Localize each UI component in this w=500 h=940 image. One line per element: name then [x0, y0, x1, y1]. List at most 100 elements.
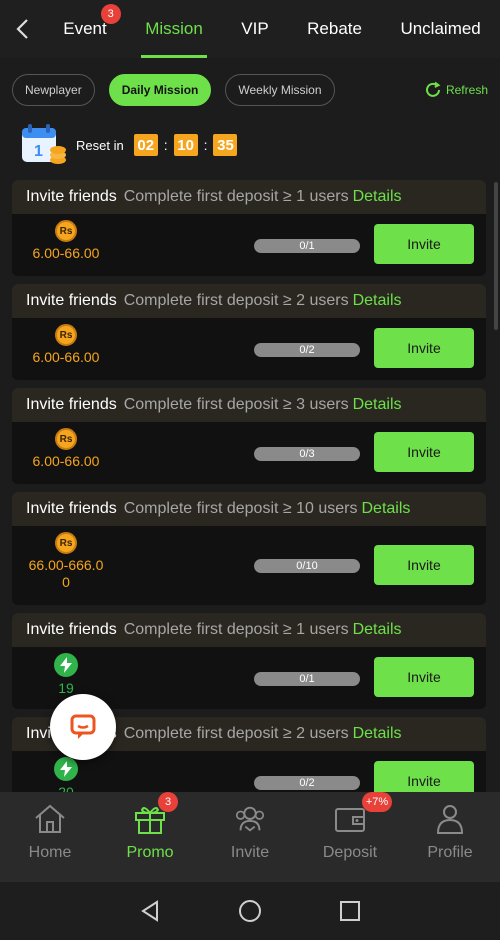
back-triangle-icon[interactable]: [138, 899, 162, 923]
rs-coin-icon: Rs: [55, 532, 77, 554]
timer-minutes: 10: [173, 134, 198, 156]
nav-label: Home: [28, 844, 72, 861]
reward-amount: 20: [58, 784, 74, 792]
tab-mission[interactable]: Mission: [141, 0, 207, 58]
task-reward: Rs 66.00-666.0 0: [22, 532, 110, 591]
reward-amount: 66.00-666.0: [28, 557, 104, 573]
home-circle-icon[interactable]: [238, 899, 262, 923]
nav-label: Promo: [126, 844, 174, 861]
filter-daily-mission[interactable]: Daily Mission: [108, 74, 212, 106]
invite-button[interactable]: Invite: [374, 761, 474, 792]
promo-badge: 3: [158, 792, 178, 812]
task-title: Invite friends: [26, 500, 117, 517]
bottom-nav: Home 3 Promo Invite +7% Deposit Profile: [0, 792, 500, 882]
task-card: Invite friends Complete first deposit ≥ …: [12, 388, 486, 484]
nav-invite[interactable]: Invite: [200, 792, 300, 882]
event-badge: 3: [100, 4, 121, 24]
chat-support-button[interactable]: [50, 694, 116, 760]
task-title: Invite friends: [26, 292, 117, 309]
calendar-icon: 1: [22, 124, 66, 164]
timer-hours: 02: [133, 134, 158, 156]
task-header: Invite friends Complete first deposit ≥ …: [12, 284, 486, 318]
nav-deposit[interactable]: +7% Deposit: [300, 792, 400, 882]
nav-label: Invite: [230, 844, 270, 861]
nav-profile[interactable]: Profile: [400, 792, 500, 882]
rs-coin-icon: Rs: [55, 324, 77, 346]
tab-label: Event: [63, 19, 107, 38]
invite-button[interactable]: Invite: [374, 224, 474, 264]
tab-rebate[interactable]: Rebate: [303, 0, 366, 58]
mission-filters: Newplayer Daily Mission Weekly Mission R…: [12, 74, 488, 106]
task-details-link[interactable]: Details: [353, 188, 402, 206]
invite-button[interactable]: Invite: [374, 657, 474, 697]
task-header: Invite friends Complete first deposit ≥ …: [12, 180, 486, 214]
task-card: Invite friends Complete first deposit ≥ …: [12, 284, 486, 380]
task-body: Rs 6.00-66.00 0/3 Invite: [12, 422, 486, 484]
tab-event[interactable]: Event 3: [59, 0, 121, 58]
task-description: Complete first deposit ≥ 1 users: [123, 621, 349, 638]
task-reward: 20: [22, 757, 110, 792]
chat-icon: [70, 714, 96, 739]
recents-square-icon[interactable]: [338, 899, 362, 923]
task-card: Invite friends Complete first deposit ≥ …: [12, 492, 486, 605]
list-scrollbar[interactable]: [494, 182, 498, 330]
reward-amount: 6.00-66.00: [32, 453, 100, 469]
task-reward: Rs 6.00-66.00: [22, 428, 110, 470]
task-title: Invite friends: [26, 188, 117, 205]
profile-icon: [433, 802, 467, 836]
task-header: Invite friends Complete first deposit ≥ …: [12, 388, 486, 422]
task-progress: 0/2: [254, 776, 360, 790]
tab-unclaimed[interactable]: Unclaimed: [396, 0, 484, 58]
task-progress: 0/10: [254, 559, 360, 573]
task-description: Complete first deposit ≥ 10 users: [123, 500, 358, 517]
rs-coin-icon: Rs: [55, 220, 77, 242]
task-progress: 0/1: [254, 239, 360, 253]
task-details-link[interactable]: Details: [353, 396, 402, 414]
app-root: Event 3 Mission VIP Rebate Unclaimed New…: [0, 0, 500, 940]
filter-newplayer[interactable]: Newplayer: [12, 74, 95, 106]
task-header: Invite friends Complete first deposit ≥ …: [12, 613, 486, 647]
top-nav: Event 3 Mission VIP Rebate Unclaimed: [0, 0, 500, 58]
reset-label: Reset in: [76, 137, 124, 153]
wallet-icon: [333, 802, 367, 836]
tab-label: Unclaimed: [400, 19, 481, 38]
task-body: Rs 66.00-666.0 0 0/10 Invite: [12, 526, 486, 605]
task-reward: Rs 6.00-66.00: [22, 220, 110, 262]
task-title: Invite friends: [26, 621, 117, 638]
invite-button[interactable]: Invite: [374, 545, 474, 585]
invite-button[interactable]: Invite: [374, 328, 474, 368]
task-details-link[interactable]: Details: [353, 621, 402, 639]
nav-home[interactable]: Home: [0, 792, 100, 882]
task-details-link[interactable]: Details: [353, 725, 402, 743]
task-body: Rs 6.00-66.00 0/1 Invite: [12, 214, 486, 276]
task-description: Complete first deposit ≥ 2 users: [123, 292, 349, 309]
reward-amount: 6.00-66.00: [32, 349, 100, 365]
reward-amount-continued: 0: [62, 574, 70, 590]
reward-amount: 6.00-66.00: [32, 245, 100, 261]
task-title: Invite friends: [26, 396, 117, 413]
back-button[interactable]: [0, 0, 44, 58]
tab-label: VIP: [241, 19, 269, 38]
bolt-icon: [54, 757, 78, 781]
reward-amount: 19: [58, 680, 74, 696]
system-nav-bar: [0, 882, 500, 940]
task-details-link[interactable]: Details: [362, 500, 411, 518]
bolt-icon: [54, 653, 78, 677]
svg-text:1: 1: [34, 143, 43, 160]
filter-weekly-mission[interactable]: Weekly Mission: [225, 74, 335, 106]
tab-vip[interactable]: VIP: [237, 0, 272, 58]
tab-bar: Event 3 Mission VIP Rebate Unclaimed: [44, 0, 500, 58]
invite-button[interactable]: Invite: [374, 432, 474, 472]
tab-label: Rebate: [307, 19, 362, 38]
reset-timer: 1 Reset in 02 : 10 : 35: [18, 122, 238, 168]
refresh-button[interactable]: Refresh: [424, 81, 488, 99]
task-description: Complete first deposit ≥ 1 users: [123, 188, 349, 205]
refresh-label: Refresh: [445, 83, 488, 97]
rs-coin-icon: Rs: [55, 428, 77, 450]
task-progress: 0/2: [254, 343, 360, 357]
task-reward: Rs 6.00-66.00: [22, 324, 110, 366]
task-progress: 0/1: [254, 672, 360, 686]
task-description: Complete first deposit ≥ 2 users: [123, 725, 349, 742]
nav-promo[interactable]: 3 Promo: [100, 792, 200, 882]
task-details-link[interactable]: Details: [353, 292, 402, 310]
